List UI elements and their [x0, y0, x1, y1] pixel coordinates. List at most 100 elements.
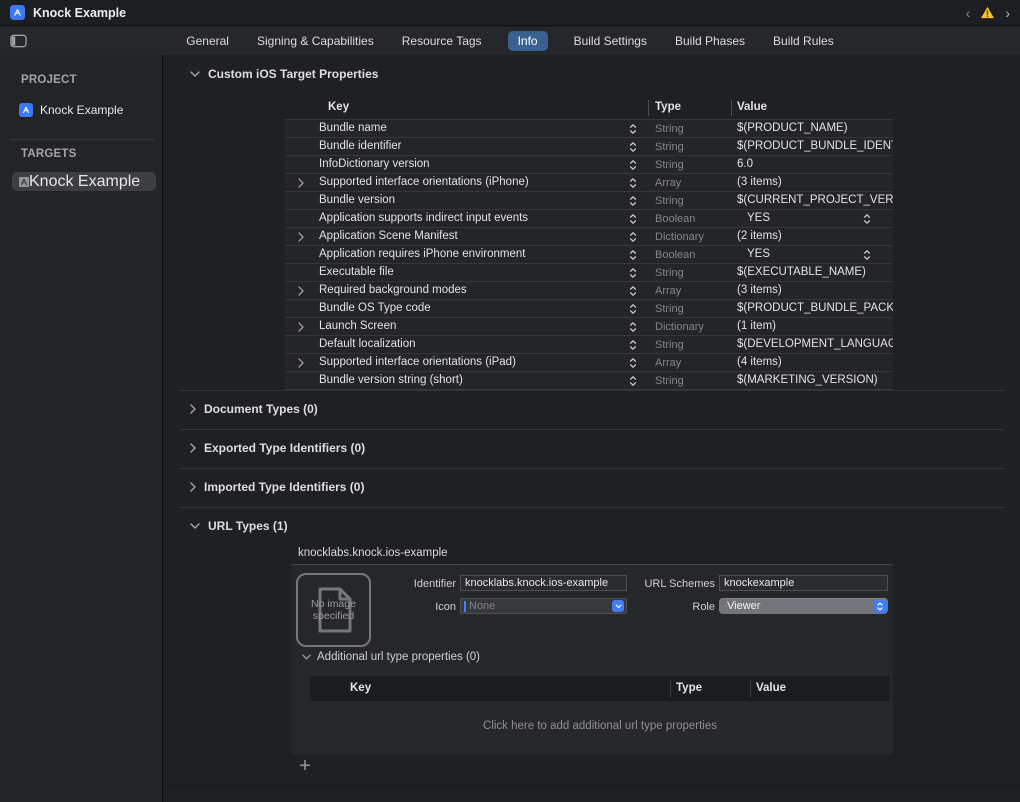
property-row[interactable]: Supported interface orientations (iPhone…: [285, 174, 893, 192]
property-row[interactable]: Application supports indirect input even…: [285, 210, 893, 228]
column-header-type: Type: [655, 101, 681, 113]
properties-table-rows: Bundle name String $(PRODUCT_NAME) Bundl…: [285, 120, 893, 390]
section-header-imported-type-identifiers[interactable]: Imported Type Identifiers (0): [190, 480, 364, 494]
chevron-down-icon: [302, 654, 311, 660]
chevron-down-icon: [190, 523, 200, 529]
role-popup[interactable]: Viewer: [719, 598, 888, 614]
property-row[interactable]: Required background modes Array (3 items…: [285, 282, 893, 300]
property-row[interactable]: Application requires iPhone environment …: [285, 246, 893, 264]
property-row[interactable]: Supported interface orientations (iPad) …: [285, 354, 893, 372]
property-row[interactable]: Application Scene Manifest Dictionary (2…: [285, 228, 893, 246]
tab-signing-capabilities[interactable]: Signing & Capabilities: [255, 31, 376, 51]
url-type-card: No image specified Identifier URL Scheme…: [291, 564, 893, 754]
editor-tab-bar: General Signing & Capabilities Resource Ta…: [0, 27, 1020, 56]
property-key: Bundle OS Type code: [319, 302, 431, 314]
tab-info[interactable]: Info: [508, 31, 548, 51]
additional-table-header: Key Type Value: [310, 676, 890, 701]
stepper-icon[interactable]: [629, 195, 637, 207]
project-icon: [19, 103, 33, 117]
stepper-icon[interactable]: [629, 141, 637, 153]
properties-table-header: Key Type Value: [285, 97, 893, 120]
section-header-exported-type-identifiers[interactable]: Exported Type Identifiers (0): [190, 441, 365, 455]
stepper-icon[interactable]: [629, 375, 637, 387]
warning-icon[interactable]: [980, 6, 995, 19]
stepper-icon[interactable]: [629, 339, 637, 351]
additional-properties-header[interactable]: Additional url type properties (0): [302, 651, 480, 663]
section-header-document-types[interactable]: Document Types (0): [190, 402, 318, 416]
tab-resource-tags[interactable]: Resource Tags: [400, 31, 484, 51]
disclosure-icon[interactable]: [298, 358, 304, 368]
property-key: Application supports indirect input even…: [319, 212, 528, 224]
divider: [750, 680, 751, 697]
property-type: Boolean: [655, 213, 695, 225]
disclosure-icon[interactable]: [298, 232, 304, 242]
value-stepper-icon[interactable]: [863, 249, 871, 261]
property-key: Default localization: [319, 338, 416, 350]
property-key: Launch Screen: [319, 320, 396, 332]
stepper-icon[interactable]: [629, 357, 637, 369]
property-key: Bundle version string (short): [319, 374, 463, 386]
property-value: (3 items): [737, 176, 893, 188]
disclosure-icon[interactable]: [298, 178, 304, 188]
tab-build-rules[interactable]: Build Rules: [771, 31, 836, 51]
stepper-icon[interactable]: [629, 177, 637, 189]
property-type: String: [655, 141, 684, 153]
stepper-icon[interactable]: [629, 267, 637, 279]
disclosure-icon[interactable]: [298, 322, 304, 332]
stepper-icon[interactable]: [629, 321, 637, 333]
back-chevron-icon[interactable]: ‹: [966, 6, 971, 20]
property-row[interactable]: InfoDictionary version String 6.0: [285, 156, 893, 174]
tab-build-settings[interactable]: Build Settings: [572, 31, 649, 51]
window-titlebar: Knock Example ‹ ›: [0, 0, 1020, 26]
additional-properties-title: Additional url type properties (0): [317, 651, 480, 663]
disclosure-icon[interactable]: [298, 286, 304, 296]
property-row[interactable]: Bundle version String $(CURRENT_PROJECT_…: [285, 192, 893, 210]
property-value: YES: [747, 212, 903, 224]
icon-combo[interactable]: None: [460, 598, 627, 614]
value-stepper-icon[interactable]: [863, 213, 871, 225]
additional-table-empty-area[interactable]: Click here to add additional url type pr…: [310, 701, 890, 751]
identifier-label: Identifier: [414, 578, 456, 590]
divider: [10, 139, 154, 140]
property-row[interactable]: Default localization String $(DEVELOPMEN…: [285, 336, 893, 354]
stepper-icon[interactable]: [629, 213, 637, 225]
stepper-icon[interactable]: [629, 285, 637, 297]
property-type: String: [655, 339, 684, 351]
section-header-url-types[interactable]: URL Types (1): [190, 519, 288, 533]
divider: [180, 429, 1004, 430]
forward-chevron-icon[interactable]: ›: [1005, 6, 1010, 20]
icon-combo-value: None: [469, 600, 612, 612]
url-type-image-well[interactable]: No image specified: [296, 573, 371, 647]
property-row[interactable]: Executable file String $(EXECUTABLE_NAME…: [285, 264, 893, 282]
targets-group-header: TARGETS: [21, 148, 77, 160]
property-row[interactable]: Bundle version string (short) String $(M…: [285, 372, 893, 390]
property-row[interactable]: Launch Screen Dictionary (1 item): [285, 318, 893, 336]
property-row[interactable]: Bundle name String $(PRODUCT_NAME): [285, 120, 893, 138]
property-type: String: [655, 195, 684, 207]
property-value: $(PRODUCT_BUNDLE_IDENT: [737, 140, 893, 152]
sidebar-item-target[interactable]: Knock Example: [12, 172, 156, 191]
section-header-custom-properties[interactable]: Custom iOS Target Properties: [190, 67, 378, 81]
column-header-value: Value: [737, 101, 767, 113]
stepper-icon[interactable]: [629, 249, 637, 261]
text-cursor: [464, 601, 466, 612]
add-url-type-button[interactable]: +: [294, 755, 316, 777]
property-type: Dictionary: [655, 321, 704, 333]
property-value: (1 item): [737, 320, 893, 332]
stepper-icon[interactable]: [629, 159, 637, 171]
sidebar-item-project[interactable]: Knock Example: [0, 100, 162, 120]
chevron-down-icon[interactable]: [612, 600, 624, 612]
identifier-field[interactable]: [460, 575, 627, 591]
stepper-icon[interactable]: [629, 303, 637, 315]
stepper-icon[interactable]: [629, 123, 637, 135]
url-schemes-field[interactable]: [719, 575, 888, 591]
property-row[interactable]: Bundle OS Type code String $(PRODUCT_BUN…: [285, 300, 893, 318]
tab-general[interactable]: General: [184, 31, 231, 51]
property-row[interactable]: Bundle identifier String $(PRODUCT_BUNDL…: [285, 138, 893, 156]
section-title: Document Types (0): [204, 402, 318, 416]
role-label: Role: [692, 601, 715, 613]
property-type: Array: [655, 177, 681, 189]
stepper-icon[interactable]: [629, 231, 637, 243]
no-image-placeholder: No image specified: [307, 598, 361, 622]
tab-build-phases[interactable]: Build Phases: [673, 31, 747, 51]
